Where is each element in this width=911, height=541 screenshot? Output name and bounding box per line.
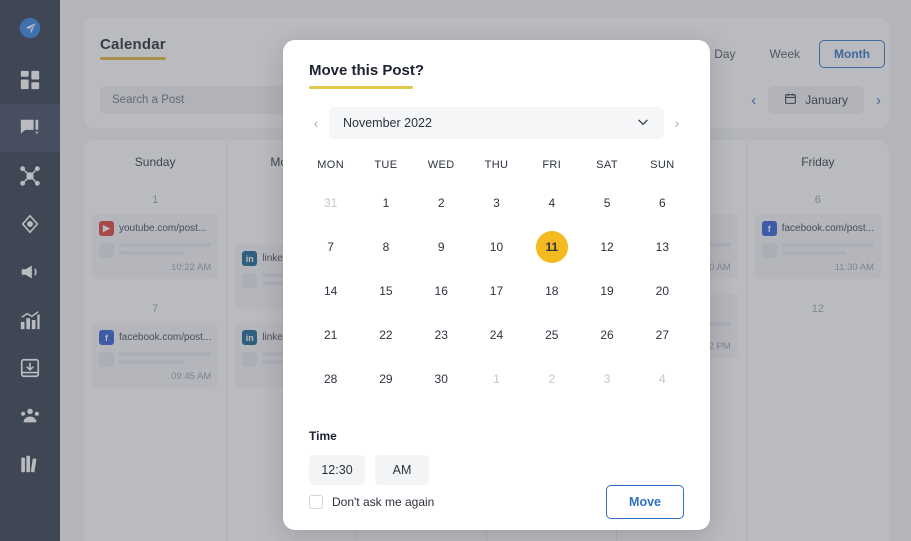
datepicker-day[interactable]: 3 xyxy=(469,183,524,223)
datepicker-day-label: 8 xyxy=(382,240,390,254)
datepicker-navigation: ‹ November 2022 › xyxy=(283,89,710,139)
datepicker-day-label: 18 xyxy=(545,284,559,298)
checkbox-box xyxy=(309,495,323,509)
weekday-header: SUN xyxy=(650,159,675,171)
datepicker-day[interactable]: 22 xyxy=(358,315,413,355)
datepicker-next-button[interactable]: › xyxy=(670,115,684,131)
datepicker-day[interactable]: 4 xyxy=(524,183,579,223)
datepicker-day[interactable]: 1 xyxy=(358,183,413,223)
datepicker-day-label: 14 xyxy=(323,284,338,298)
datepicker-day-label: 24 xyxy=(489,328,504,342)
datepicker-day[interactable]: 17 xyxy=(469,271,524,311)
weekday-header: THU xyxy=(484,159,509,171)
datepicker-day[interactable]: 2 xyxy=(414,183,469,223)
datepicker-day[interactable]: 8 xyxy=(358,227,413,267)
datepicker-day-label: 13 xyxy=(655,240,670,254)
datepicker-day-label: 20 xyxy=(655,284,670,298)
datepicker-day[interactable]: 10 xyxy=(469,227,524,267)
datepicker-day[interactable]: 19 xyxy=(579,271,634,311)
datepicker-day-label: 27 xyxy=(655,328,670,342)
datepicker-day[interactable]: 7 xyxy=(303,227,358,267)
datepicker-day-label: 6 xyxy=(659,196,666,210)
datepicker-days-grid: 31 1 2 3 4 5 6 7 8 9 10 11 12 13 14 15 16 17 18 19 20 21 22 23 2… xyxy=(283,171,710,399)
weekday-header-row: MON TUE WED THU FRI SAT SUN xyxy=(283,139,710,171)
datepicker-day[interactable]: 5 xyxy=(579,183,634,223)
datepicker-day[interactable]: 9 xyxy=(414,227,469,267)
datepicker-day-label: 17 xyxy=(489,284,504,298)
datepicker-day-label: 22 xyxy=(379,328,393,342)
datepicker-day-label: 15 xyxy=(379,284,393,298)
datepicker-day[interactable]: 23 xyxy=(414,315,469,355)
datepicker-day-label: 23 xyxy=(434,328,448,342)
datepicker-day[interactable]: 29 xyxy=(358,359,413,399)
datepicker-day-label: 31 xyxy=(323,196,338,210)
dont-ask-again-label: Don't ask me again xyxy=(332,495,435,509)
datepicker-day[interactable]: 30 xyxy=(414,359,469,399)
datepicker-day-label: 2 xyxy=(548,372,556,386)
datepicker-day-label: 3 xyxy=(603,372,611,386)
datepicker-day[interactable]: 21 xyxy=(303,315,358,355)
datepicker-day-label: 10 xyxy=(489,240,504,254)
datepicker-day-label: 26 xyxy=(600,328,614,342)
datepicker-day-label: 29 xyxy=(379,372,393,386)
time-fields: 12:30 AM xyxy=(309,455,684,485)
datepicker-day[interactable]: 12 xyxy=(579,227,634,267)
time-section: Time 12:30 AM xyxy=(283,413,710,485)
datepicker-day-label: 21 xyxy=(323,328,338,342)
weekday-header: MON xyxy=(317,159,345,171)
datepicker-day[interactable]: 16 xyxy=(414,271,469,311)
move-post-modal: Move this Post? ‹ November 2022 › MON TUE… xyxy=(283,40,710,530)
datepicker-day[interactable]: 1 xyxy=(469,359,524,399)
datepicker-day-label: 16 xyxy=(434,284,448,298)
month-year-select[interactable]: November 2022 xyxy=(329,107,664,139)
weekday-header: TUE xyxy=(374,159,398,171)
datepicker-day-label: 30 xyxy=(434,372,448,386)
month-year-label: November 2022 xyxy=(343,116,432,130)
datepicker-day-label: 7 xyxy=(327,240,334,254)
datepicker-day-label: 3 xyxy=(493,196,500,210)
datepicker-day-selected[interactable]: 11 xyxy=(524,227,579,267)
weekday-header: FRI xyxy=(542,159,562,171)
move-button[interactable]: Move xyxy=(606,485,684,519)
datepicker-day[interactable]: 13 xyxy=(635,227,690,267)
datepicker-day[interactable]: 20 xyxy=(635,271,690,311)
datepicker-day[interactable]: 2 xyxy=(524,359,579,399)
datepicker-day-label: 12 xyxy=(600,240,614,254)
datepicker-day[interactable]: 4 xyxy=(635,359,690,399)
datepicker-day-label: 4 xyxy=(548,196,556,210)
datepicker-day[interactable]: 28 xyxy=(303,359,358,399)
datepicker-day-label: 2 xyxy=(437,196,445,210)
datepicker-day-label: 1 xyxy=(382,196,390,210)
datepicker-day[interactable]: 31 xyxy=(303,183,358,223)
modal-title: Move this Post? xyxy=(309,62,425,79)
datepicker-day-label: 11 xyxy=(535,231,568,263)
time-label: Time xyxy=(309,429,337,443)
datepicker-day[interactable]: 3 xyxy=(579,359,634,399)
datepicker-day[interactable]: 24 xyxy=(469,315,524,355)
dont-ask-again-checkbox[interactable]: Don't ask me again xyxy=(309,495,434,509)
datepicker-day-label: 5 xyxy=(603,196,611,210)
datepicker-prev-button[interactable]: ‹ xyxy=(309,115,323,131)
datepicker-day-label: 9 xyxy=(437,240,445,254)
datepicker-day-label: 25 xyxy=(545,328,559,342)
modal-footer: Don't ask me again Move xyxy=(283,485,710,530)
datepicker-day[interactable]: 14 xyxy=(303,271,358,311)
datepicker-day-label: 4 xyxy=(659,372,666,386)
modal-header: Move this Post? xyxy=(283,40,710,89)
datepicker-day-label: 1 xyxy=(493,372,500,386)
datepicker-day[interactable]: 6 xyxy=(635,183,690,223)
datepicker-day[interactable]: 18 xyxy=(524,271,579,311)
time-input[interactable]: 12:30 xyxy=(309,455,365,485)
weekday-header: WED xyxy=(427,159,455,171)
datepicker-day[interactable]: 15 xyxy=(358,271,413,311)
datepicker-day-label: 28 xyxy=(323,372,338,386)
weekday-header: SAT xyxy=(596,159,618,171)
chevron-down-icon xyxy=(636,115,650,132)
datepicker-day[interactable]: 26 xyxy=(579,315,634,355)
app-root: Calendar Search a Post Day Week Month ‹ … xyxy=(0,0,911,541)
datepicker-day-label: 19 xyxy=(600,284,614,298)
datepicker-day[interactable]: 25 xyxy=(524,315,579,355)
meridiem-select[interactable]: AM xyxy=(375,455,429,485)
datepicker-day[interactable]: 27 xyxy=(635,315,690,355)
